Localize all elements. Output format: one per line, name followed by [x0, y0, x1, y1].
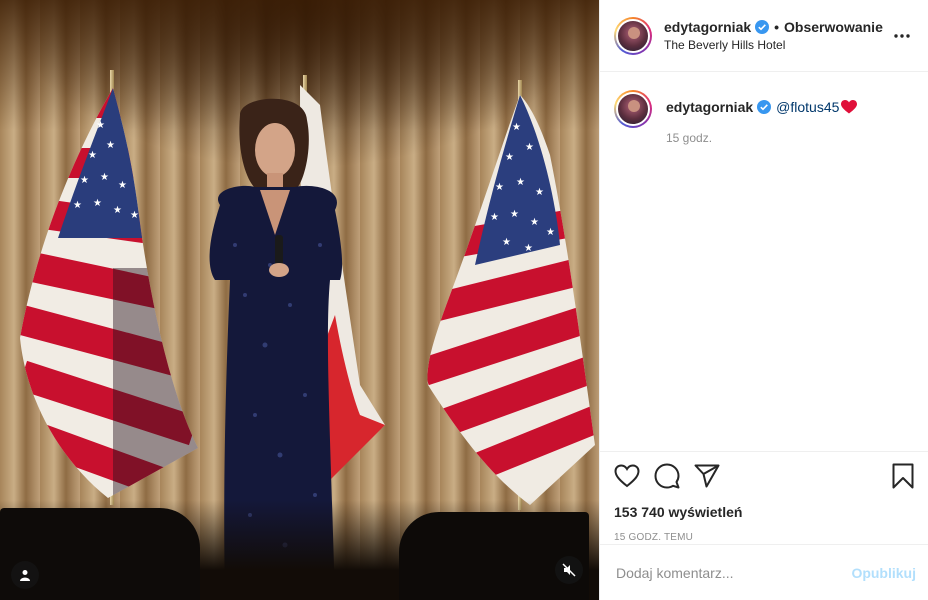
svg-text:★: ★ [96, 120, 105, 131]
svg-text:★: ★ [502, 237, 511, 248]
username-link[interactable]: edytagorniak [664, 19, 751, 35]
stage-speaker [399, 512, 589, 600]
follow-status-button[interactable]: Obserwowanie [784, 19, 883, 35]
svg-text:★: ★ [490, 212, 499, 223]
svg-text:★: ★ [88, 150, 97, 161]
svg-text:★: ★ [73, 200, 82, 211]
us-flag-left: ★★★ ★ ★★ ★ ★★ ★ [20, 88, 198, 498]
user-tag-icon[interactable] [11, 561, 39, 589]
comment-icon[interactable] [654, 463, 680, 489]
svg-text:★: ★ [510, 209, 519, 220]
svg-text:★: ★ [512, 122, 521, 133]
svg-text:★: ★ [113, 205, 122, 216]
verified-badge-icon [755, 20, 770, 34]
svg-text:★: ★ [546, 227, 555, 238]
verified-badge-icon [757, 100, 772, 114]
comment-input[interactable] [616, 564, 852, 581]
mention-link[interactable]: @flotus45 [776, 99, 839, 115]
svg-text:★: ★ [130, 210, 139, 221]
bookmark-icon[interactable] [892, 463, 914, 489]
caption-time[interactable]: 15 godz. [666, 131, 857, 145]
red-heart-icon [841, 100, 858, 114]
paper-plane-icon[interactable] [694, 464, 720, 488]
post-actions: 153 740 wyświetleń 15 GODZ. TEMU [600, 451, 928, 543]
caption: edytagorniak @flotus45 15 godz. [600, 72, 928, 145]
post-header: edytagorniak • Obserwowanie The Beverly … [600, 0, 928, 72]
comment-form: Opublikuj [600, 544, 928, 600]
svg-text:★: ★ [106, 140, 115, 151]
us-flag-right: ★ ★ ★ ★ ★ ★ ★ ★ ★ ★ ★ ★ [427, 95, 595, 505]
avatar[interactable] [614, 90, 652, 128]
svg-text:★: ★ [535, 187, 544, 198]
svg-text:★: ★ [118, 180, 127, 191]
svg-text:★: ★ [525, 142, 534, 153]
svg-text:★: ★ [100, 172, 109, 183]
post-video[interactable]: ★ ★ ★ ★ ★ ★ ★ ★ ★ ★ ★ ★ ★ ★ ★ ★ ★ ★ ★ ★ … [0, 0, 599, 600]
location-link[interactable]: The Beverly Hills Hotel [664, 38, 890, 52]
caption-username[interactable]: edytagorniak [666, 99, 753, 115]
svg-text:★: ★ [516, 177, 525, 188]
svg-text:★: ★ [530, 217, 539, 228]
view-count[interactable]: 153 740 wyświetleń [614, 504, 914, 520]
svg-text:★: ★ [93, 198, 102, 209]
more-horizontal-icon[interactable] [890, 24, 914, 48]
svg-text:★: ★ [505, 152, 514, 163]
post-timestamp[interactable]: 15 GODZ. TEMU [614, 532, 914, 543]
post-side-panel: edytagorniak • Obserwowanie The Beverly … [599, 0, 928, 600]
post-comment-button[interactable]: Opublikuj [851, 565, 916, 581]
muted-speaker-icon[interactable] [555, 556, 583, 584]
avatar[interactable] [614, 16, 652, 55]
heart-outline-icon[interactable] [614, 464, 640, 488]
svg-text:★: ★ [80, 175, 89, 186]
svg-text:★: ★ [495, 182, 504, 193]
svg-text:★: ★ [524, 243, 533, 254]
